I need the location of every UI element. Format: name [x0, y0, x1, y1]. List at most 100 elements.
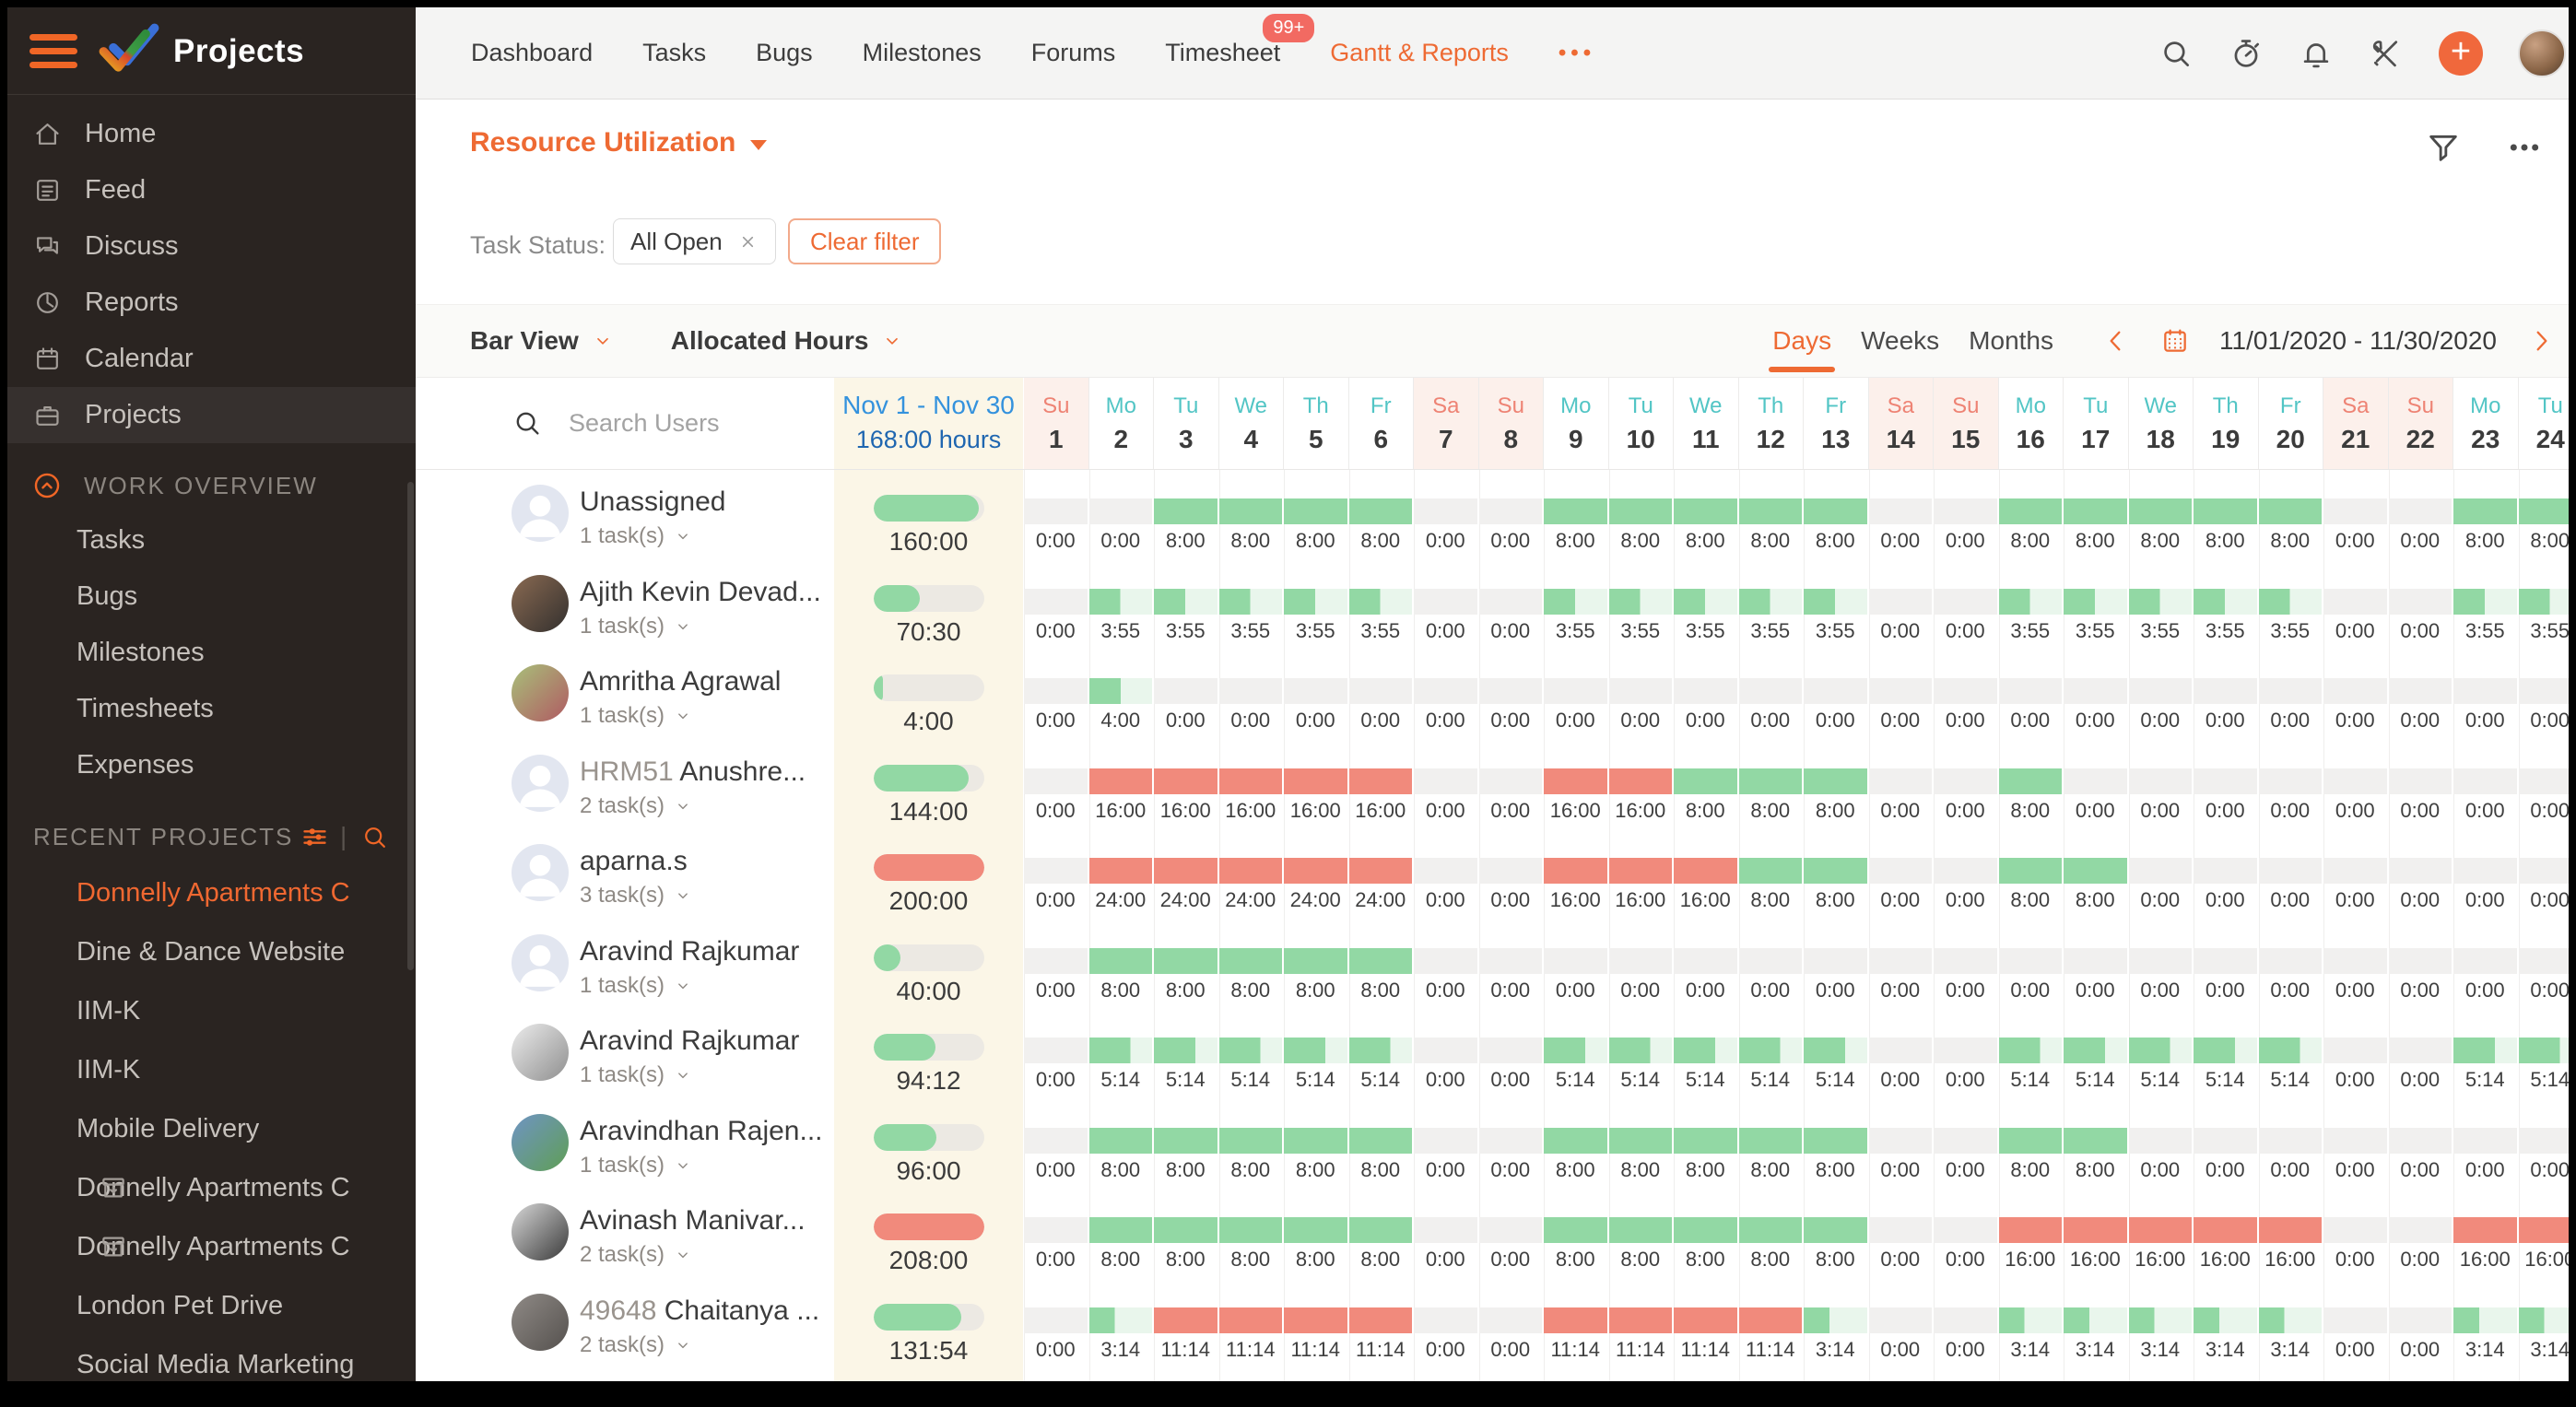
allocation-value: 11:14 — [1154, 1338, 1217, 1362]
filter-label: Task Status: — [470, 231, 606, 260]
chevron-down-icon — [592, 330, 614, 352]
allocation-cell: 16:00 — [2519, 1189, 2570, 1279]
allocation-cell: 0:00 — [1869, 1009, 1935, 1099]
allocation-bar — [2259, 678, 2323, 704]
prev-period-icon[interactable] — [2101, 326, 2131, 356]
sidebar-item-feed[interactable]: Feed — [7, 162, 416, 218]
task-count-toggle[interactable]: 1 task(s) — [580, 1062, 692, 1088]
allocation-value: 8:00 — [1349, 529, 1413, 553]
allocation-value: 0:00 — [2389, 888, 2452, 912]
project-item-dine-dance-website[interactable]: Dine & Dance Website — [7, 922, 416, 981]
allocation-bar — [1479, 768, 1543, 794]
allocation-value: 16:00 — [1609, 888, 1673, 912]
allocation-bar — [1024, 1307, 1088, 1333]
project-item-donnelly-apartments-c[interactable]: Donnelly Apartments C — [7, 1158, 416, 1217]
allocation-cell: 8:00 — [1739, 740, 1805, 830]
sidebar-item-reports[interactable]: Reports — [7, 275, 416, 331]
sidebar-item-label: Projects — [85, 400, 182, 430]
tab-tasks[interactable]: Tasks — [642, 39, 706, 67]
sidebar-item-projects[interactable]: Projects — [7, 387, 416, 443]
date-range[interactable]: 11/01/2020 - 11/30/2020 — [2219, 326, 2497, 356]
allocation-cell: 0:00 — [2519, 650, 2570, 740]
sidebar-scrollbar[interactable] — [407, 482, 414, 970]
report-selector[interactable]: Resource Utilization — [470, 127, 767, 158]
search-icon[interactable] — [2158, 36, 2194, 71]
tab-timesheet[interactable]: Timesheet99+ — [1165, 39, 1280, 67]
user-avatar[interactable] — [2518, 29, 2566, 77]
sidebar-item-expenses[interactable]: Expenses — [7, 737, 416, 793]
reports-icon — [33, 288, 62, 317]
scale-weeks[interactable]: Weeks — [1861, 326, 1939, 356]
allocation-cell: 0:00 — [1869, 1099, 1935, 1190]
allocation-value: 16:00 — [1674, 888, 1737, 912]
task-count-toggle[interactable]: 3 task(s) — [580, 883, 692, 909]
task-count-toggle[interactable]: 1 task(s) — [580, 614, 692, 639]
utilization-bar — [874, 674, 984, 701]
total-hours: 144:00 — [834, 797, 1023, 827]
project-item-donnelly-apartments-c[interactable]: Donnelly Apartments C — [7, 1217, 416, 1276]
sidebar-item-home[interactable]: Home — [7, 106, 416, 162]
measure-dropdown[interactable]: Allocated Hours — [671, 326, 904, 356]
add-button[interactable]: + — [2439, 31, 2483, 76]
timer-icon[interactable] — [2229, 36, 2264, 71]
sidebar-item-timesheets[interactable]: Timesheets — [7, 681, 416, 737]
nav-more-button[interactable]: ••• — [1559, 41, 1595, 66]
sidebar-item-label: Expenses — [76, 750, 194, 780]
task-count-toggle[interactable]: 2 task(s) — [580, 1242, 692, 1268]
allocation-value: 0:00 — [1089, 529, 1153, 553]
task-count-toggle[interactable]: 1 task(s) — [580, 1153, 692, 1178]
allocation-cell: 5:14 — [1674, 1009, 1739, 1099]
sidebar-item-tasks[interactable]: Tasks — [7, 512, 416, 569]
view-mode-dropdown[interactable]: Bar View — [470, 326, 614, 356]
allocation-value: 0:00 — [1154, 709, 1217, 733]
tab-bugs[interactable]: Bugs — [756, 39, 813, 67]
day-of-week-label: Tu — [2519, 393, 2570, 419]
next-period-icon[interactable] — [2526, 326, 2556, 356]
sliders-icon[interactable] — [300, 822, 330, 852]
clear-filter-button[interactable]: Clear filter — [788, 218, 941, 264]
allocation-cell: 0:00 — [1674, 650, 1739, 740]
scale-days[interactable]: Days — [1772, 326, 1831, 356]
task-count-toggle[interactable]: 2 task(s) — [580, 1332, 692, 1358]
project-item-iim-k[interactable]: IIM-K — [7, 1040, 416, 1099]
tools-icon[interactable] — [2369, 36, 2404, 71]
allocation-value: 0:00 — [2389, 529, 2452, 553]
chev-circle-up-icon[interactable] — [31, 470, 63, 501]
scale-months[interactable]: Months — [1969, 326, 2053, 356]
allocation-bar — [2519, 858, 2570, 884]
remove-filter-icon[interactable] — [737, 231, 759, 252]
tab-forums[interactable]: Forums — [1031, 39, 1116, 67]
tab-gantt-reports[interactable]: Gantt & Reports — [1330, 39, 1509, 67]
calendar-icon[interactable] — [2160, 326, 2190, 356]
allocation-value: 24:00 — [1349, 888, 1413, 912]
bell-icon[interactable] — [2299, 36, 2334, 71]
tab-milestones[interactable]: Milestones — [863, 39, 982, 67]
project-item-mobile-delivery[interactable]: Mobile Delivery — [7, 1099, 416, 1158]
sidebar-item-discuss[interactable]: Discuss — [7, 218, 416, 275]
task-count-toggle[interactable]: 1 task(s) — [580, 523, 692, 549]
sidebar-item-calendar[interactable]: Calendar — [7, 331, 416, 387]
project-item-donnelly-apartments-c[interactable]: Donnelly Apartments C — [7, 863, 416, 922]
sidebar-item-milestones[interactable]: Milestones — [7, 625, 416, 681]
task-count-toggle[interactable]: 2 task(s) — [580, 793, 692, 819]
project-item-london-pet-drive[interactable]: London Pet Drive — [7, 1276, 416, 1335]
allocation-cell: 16:00 — [1544, 829, 1609, 920]
tab-label: Gantt & Reports — [1330, 39, 1509, 66]
task-count-toggle[interactable]: 1 task(s) — [580, 973, 692, 999]
hamburger-menu-icon[interactable] — [29, 34, 77, 68]
project-item-iim-k[interactable]: IIM-K — [7, 981, 416, 1040]
search-users-input[interactable] — [569, 409, 836, 438]
allocation-value: 24:00 — [1089, 888, 1153, 912]
more-h-icon[interactable] — [2506, 129, 2543, 166]
search-icon[interactable] — [360, 823, 389, 851]
nav-tabs: Dashboard Tasks Bugs Milestones Forums Timesh… — [471, 7, 1595, 99]
filter-icon[interactable] — [2425, 129, 2462, 166]
resource-row: aparna.s3 task(s)200:000:0024:0024:0024:… — [416, 829, 2569, 920]
allocation-bar — [1349, 948, 1413, 974]
tab-dashboard[interactable]: Dashboard — [471, 39, 593, 67]
task-count-toggle[interactable]: 1 task(s) — [580, 703, 692, 729]
allocation-cell: 0:00 — [1869, 650, 1935, 740]
filter-chip-all-open[interactable]: All Open — [613, 218, 776, 264]
project-item-social-media-marketing[interactable]: Social Media Marketing — [7, 1335, 416, 1381]
sidebar-item-bugs[interactable]: Bugs — [7, 569, 416, 625]
